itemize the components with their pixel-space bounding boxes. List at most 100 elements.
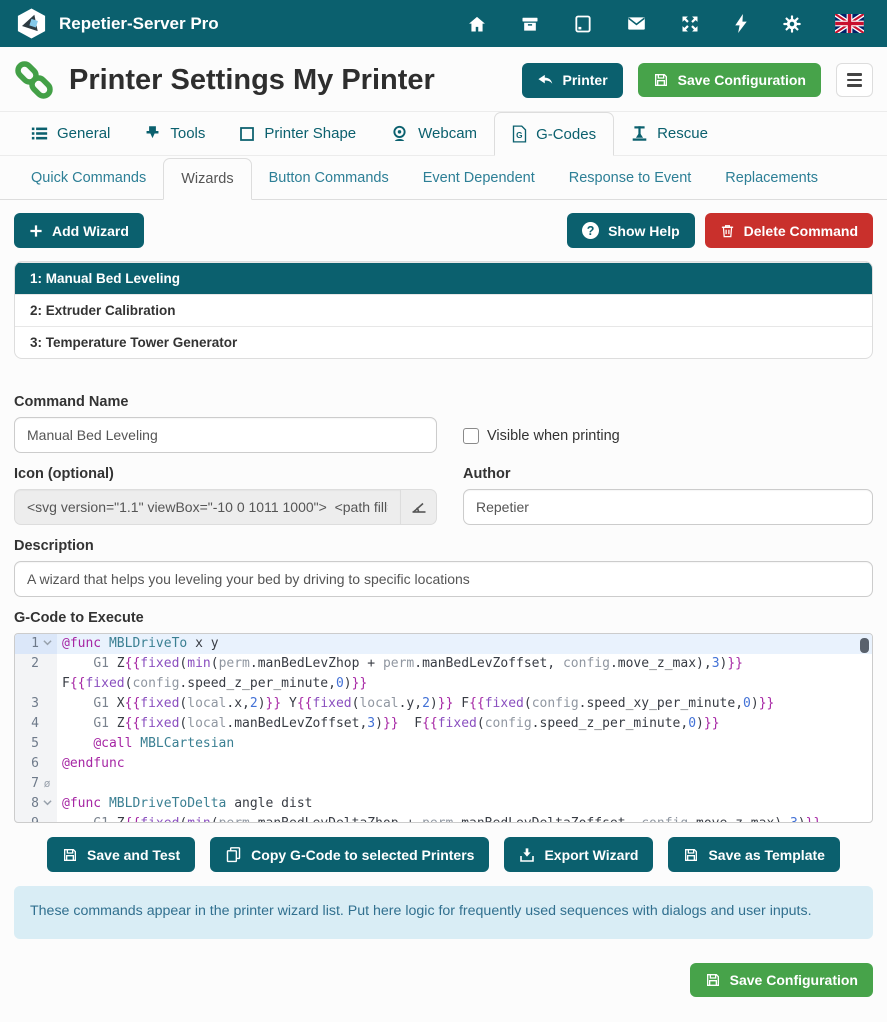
description-label: Description bbox=[14, 538, 873, 554]
action-button[interactable]: Copy G-Code to selected Printers bbox=[210, 837, 489, 872]
expand-icon[interactable] bbox=[680, 14, 700, 34]
angle-icon bbox=[410, 498, 428, 516]
gcode-editor[interactable]: 1 @func MBLDriveTo x y 2 G1 Z{{fixed(min… bbox=[14, 633, 873, 823]
wizard-actions: Save and Test Copy G-Code to selected Pr… bbox=[14, 837, 873, 872]
fold-marker[interactable] bbox=[39, 634, 55, 654]
icon-svg-input[interactable] bbox=[14, 489, 400, 525]
line-number: 2 bbox=[15, 654, 39, 674]
tab[interactable]: G G-Codes bbox=[494, 112, 614, 156]
command-name-label: Command Name bbox=[14, 394, 437, 410]
line-number: 8 bbox=[15, 794, 39, 814]
code-line: 7 ø bbox=[15, 774, 872, 794]
save-icon bbox=[683, 847, 699, 863]
tab[interactable]: General bbox=[14, 112, 127, 155]
code-text: G1 Z{{fixed(min(perm.manBedLevZhop + per… bbox=[57, 654, 872, 694]
chain-link-icon bbox=[14, 60, 54, 100]
save-icon bbox=[653, 72, 669, 88]
line-number: 5 bbox=[15, 734, 39, 754]
line-number: 7 bbox=[15, 774, 39, 794]
code-text: @endfunc bbox=[57, 754, 872, 774]
navbar-icons bbox=[467, 13, 872, 34]
code-line: 8 @func MBLDriveToDelta angle dist bbox=[15, 794, 872, 814]
fold-marker[interactable]: ø bbox=[39, 774, 55, 794]
line-number: 9 bbox=[15, 814, 39, 823]
tab[interactable]: Printer Shape bbox=[222, 112, 373, 155]
line-number: 3 bbox=[15, 694, 39, 714]
save-icon bbox=[705, 972, 721, 988]
code-line: 4 G1 Z{{fixed(local.manBedLevZoffset,3)}… bbox=[15, 714, 872, 734]
show-help-button[interactable]: ? Show Help bbox=[567, 213, 695, 248]
uk-flag-icon[interactable] bbox=[835, 14, 864, 33]
subtab[interactable]: Replacements bbox=[708, 158, 835, 199]
save-configuration-button[interactable]: Save Configuration bbox=[638, 63, 821, 97]
wizard-list: 1: Manual Bed Leveling 2: Extruder Calib… bbox=[14, 261, 873, 359]
subtab[interactable]: Response to Event bbox=[552, 158, 709, 199]
add-wizard-button[interactable]: Add Wizard bbox=[14, 213, 144, 248]
code-text: @func MBLDriveTo x y bbox=[57, 634, 872, 654]
wizard-list-item[interactable]: 1: Manual Bed Leveling bbox=[15, 262, 872, 294]
bolt-icon[interactable] bbox=[733, 13, 749, 34]
code-text: G1 X{{fixed(local.x,2)}} Y{{fixed(local.… bbox=[57, 694, 872, 714]
app-brand[interactable]: Repetier-Server Pro bbox=[15, 7, 219, 40]
tab[interactable]: Webcam bbox=[373, 112, 494, 155]
gear-icon[interactable] bbox=[782, 14, 802, 34]
printer-button[interactable]: Printer bbox=[522, 63, 623, 98]
code-line: 3 G1 X{{fixed(local.x,2)}} Y{{fixed(loca… bbox=[15, 694, 872, 714]
subtab[interactable]: Event Dependent bbox=[406, 158, 552, 199]
code-text: G1 Z{{fixed(min(perm.manBedLevDeltaZhop … bbox=[57, 814, 872, 823]
tablet-icon[interactable] bbox=[573, 14, 593, 34]
gcode-subtabs: Quick Commands Wizards Button Commands E… bbox=[0, 158, 887, 200]
code-line: 2 G1 Z{{fixed(min(perm.manBedLevZhop + p… bbox=[15, 654, 872, 694]
code-text: @func MBLDriveToDelta angle dist bbox=[57, 794, 872, 814]
page-header: Printer Settings My Printer Printer Save… bbox=[0, 47, 887, 112]
visible-when-printing-checkbox[interactable] bbox=[463, 428, 479, 444]
mail-icon[interactable] bbox=[626, 13, 647, 34]
question-icon: ? bbox=[582, 222, 599, 239]
export-icon bbox=[519, 847, 535, 863]
archive-box-icon[interactable] bbox=[520, 14, 540, 34]
menu-button[interactable] bbox=[836, 63, 873, 97]
action-button[interactable]: Save as Template bbox=[668, 837, 839, 872]
page-footer: Save Configuration bbox=[14, 963, 873, 997]
visible-when-printing-label: Visible when printing bbox=[487, 428, 620, 444]
info-alert: These commands appear in the printer wiz… bbox=[14, 886, 873, 939]
app-logo-icon bbox=[15, 7, 48, 40]
tab[interactable]: Tools bbox=[127, 112, 222, 155]
subtab[interactable]: Wizards bbox=[163, 158, 251, 200]
subtab[interactable]: Button Commands bbox=[252, 158, 406, 199]
save-icon bbox=[62, 847, 78, 863]
code-line: 5 @call MBLCartesian bbox=[15, 734, 872, 754]
description-input[interactable] bbox=[14, 561, 873, 597]
wizard-list-item[interactable]: 2: Extruder Calibration bbox=[15, 294, 872, 326]
code-text: @call MBLCartesian bbox=[57, 734, 872, 754]
copy-icon bbox=[225, 846, 242, 863]
command-name-input[interactable] bbox=[14, 417, 437, 453]
icon-label: Icon (optional) bbox=[14, 466, 437, 482]
author-label: Author bbox=[463, 466, 873, 482]
back-arrow-icon bbox=[537, 72, 554, 89]
action-button[interactable]: Save and Test bbox=[47, 837, 195, 872]
fold-marker[interactable] bbox=[39, 794, 55, 814]
code-line: 6 @endfunc bbox=[15, 754, 872, 774]
code-text bbox=[57, 774, 872, 794]
settings-tabs: General Tools Printer Shape Webcam G G-C… bbox=[0, 112, 887, 156]
code-text: G1 Z{{fixed(local.manBedLevZoffset,3)}} … bbox=[57, 714, 872, 734]
line-number: 6 bbox=[15, 754, 39, 774]
action-button[interactable]: Export Wizard bbox=[504, 837, 653, 872]
subtab[interactable]: Quick Commands bbox=[14, 158, 163, 199]
delete-command-button[interactable]: Delete Command bbox=[705, 213, 873, 248]
gcode-label: G-Code to Execute bbox=[14, 610, 873, 626]
wizard-list-item[interactable]: 3: Temperature Tower Generator bbox=[15, 326, 872, 358]
footer-save-configuration-button[interactable]: Save Configuration bbox=[690, 963, 873, 997]
tab[interactable]: Rescue bbox=[614, 112, 725, 155]
plus-icon bbox=[29, 224, 43, 238]
home-icon[interactable] bbox=[467, 14, 487, 34]
editor-scrollbar-thumb[interactable] bbox=[860, 638, 869, 653]
app-title: Repetier-Server Pro bbox=[59, 14, 219, 34]
wizard-toolbar: Add Wizard ? Show Help Delete Command bbox=[14, 213, 873, 248]
line-number: 1 bbox=[15, 634, 39, 654]
icon-preview-button[interactable] bbox=[400, 489, 437, 525]
author-input[interactable] bbox=[463, 489, 873, 525]
code-line: 9 G1 Z{{fixed(min(perm.manBedLevDeltaZho… bbox=[15, 814, 872, 823]
top-navbar: Repetier-Server Pro bbox=[0, 0, 887, 47]
